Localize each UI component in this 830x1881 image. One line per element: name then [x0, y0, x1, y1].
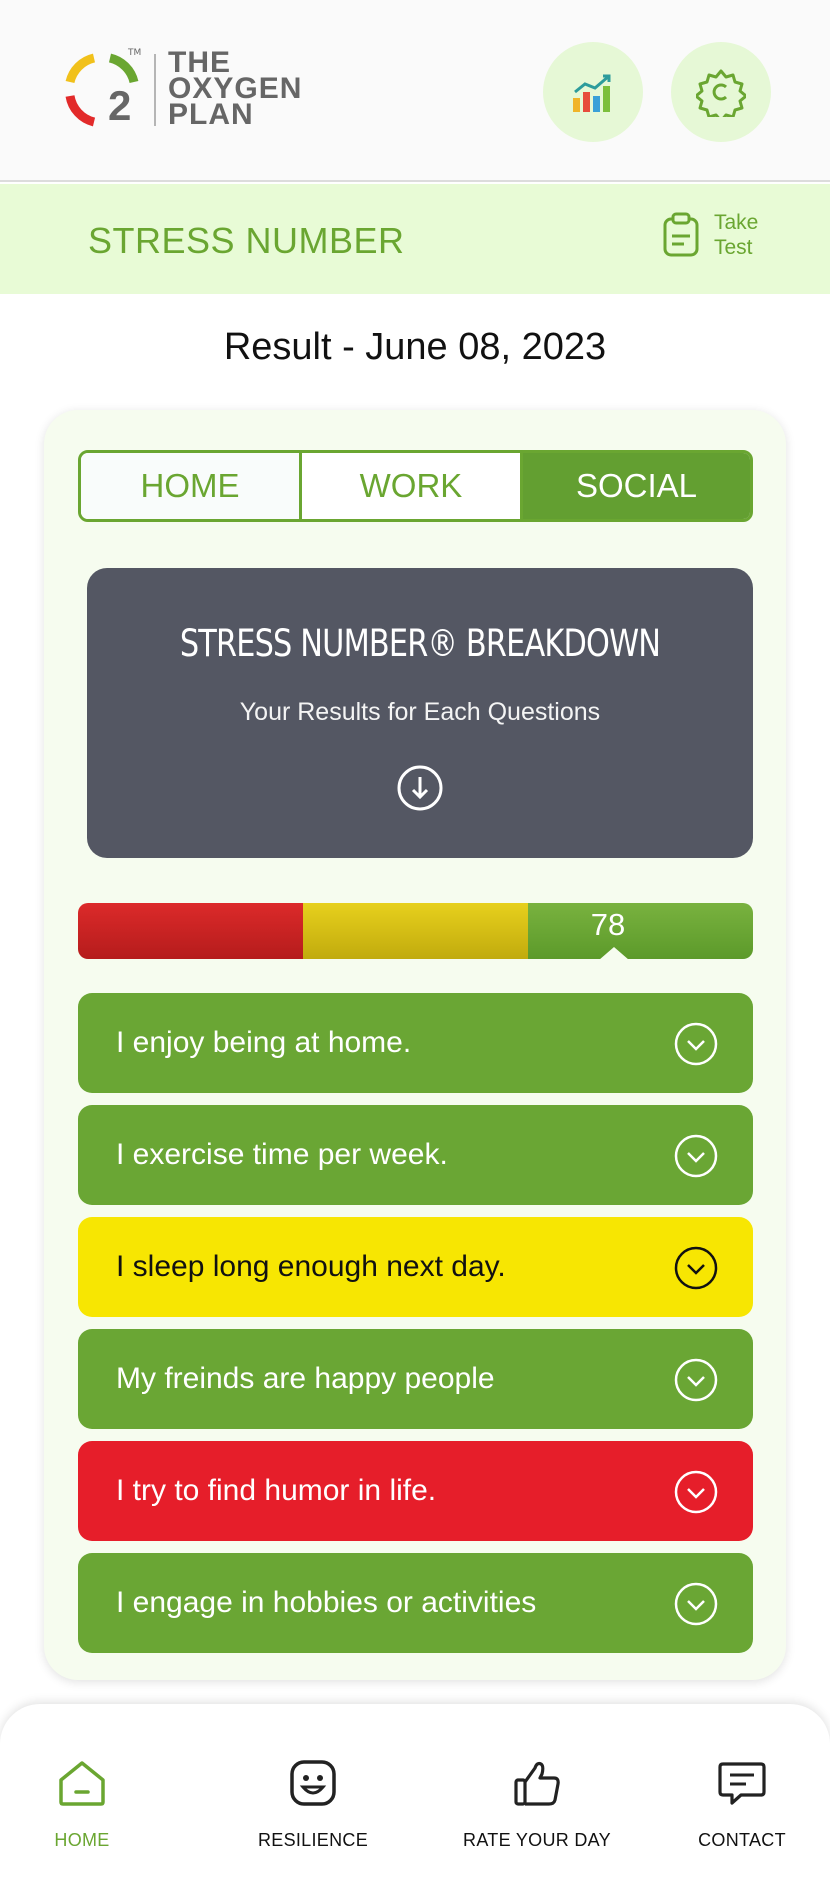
arrow-down-circle-icon[interactable]: [396, 764, 444, 812]
bar-chart-icon: [573, 74, 611, 112]
nav-label-home: HOME: [54, 1830, 110, 1850]
progress-chart-button[interactable]: [543, 42, 643, 142]
chat-icon: [718, 1762, 766, 1805]
thumbs-up-icon: [514, 1761, 560, 1806]
take-test-label: Take Test: [714, 211, 759, 259]
question-row[interactable]: I enjoy being at home.: [78, 993, 753, 1093]
nav-item-contact[interactable]: CONTACT: [657, 1756, 827, 1851]
logo-wordmark: THE OXYGEN PLAN: [168, 48, 302, 131]
question-row[interactable]: I try to find humor in life.: [78, 1441, 753, 1541]
chevron-down-icon[interactable]: [673, 1357, 719, 1403]
question-text: I enjoy being at home.: [116, 1026, 412, 1059]
question-text: I exercise time per week.: [116, 1138, 448, 1171]
logo-ring-icon: [65, 53, 139, 127]
tab-work[interactable]: WORK: [302, 453, 523, 519]
category-tabs: HOME WORK SOCIAL: [78, 450, 753, 522]
clipboard-icon: [663, 212, 699, 257]
score-segment-red: [78, 903, 303, 959]
chevron-down-icon[interactable]: [673, 1021, 719, 1067]
question-text: My freinds are happy people: [116, 1362, 495, 1395]
gear-icon: [696, 69, 746, 117]
chevron-down-icon[interactable]: [673, 1245, 719, 1291]
question-row[interactable]: I exercise time per week.: [78, 1105, 753, 1205]
breakdown-panel[interactable]: STRESS NUMBER® BREAKDOWN Your Results fo…: [87, 568, 753, 858]
question-row[interactable]: I engage in hobbies or activities: [78, 1553, 753, 1653]
smiley-icon: [290, 1760, 336, 1806]
nav-item-rate-your-day[interactable]: RATE YOUR DAY: [452, 1756, 622, 1851]
breakdown-title: STRESS NUMBER® BREAKDOWN: [179, 622, 661, 665]
bottom-navigation: HOME RESILIENCE RATE YOUR DAY CONTACT: [0, 1704, 830, 1881]
nav-item-resilience[interactable]: RESILIENCE: [228, 1756, 398, 1851]
score-segment-green: 78: [528, 903, 753, 960]
settings-button[interactable]: [671, 42, 771, 142]
results-card: HOME WORK SOCIAL STRESS NUMBER® BREAKDOW…: [44, 410, 786, 1680]
oxygen-plan-logo: TM 2 THE OXYGEN PLAN: [60, 48, 330, 132]
home-icon: [59, 1761, 105, 1806]
section-title: STRESS NUMBER: [88, 220, 405, 261]
chevron-down-icon[interactable]: [673, 1469, 719, 1515]
logo-line-3: PLAN: [168, 98, 254, 131]
logo-divider: [154, 54, 156, 126]
stress-score-bar: 78: [78, 903, 753, 960]
app-header: TM 2 THE OXYGEN PLAN: [0, 0, 830, 182]
nav-label-rate-your-day: RATE YOUR DAY: [463, 1830, 611, 1850]
chevron-down-icon[interactable]: [673, 1133, 719, 1179]
score-segment-yellow: [303, 903, 528, 959]
result-title: Result - June 08, 2023: [223, 326, 607, 368]
question-row[interactable]: I sleep long enough next day.: [78, 1217, 753, 1317]
score-value: 78: [590, 907, 626, 942]
logo-numeral: 2: [108, 82, 132, 129]
question-row[interactable]: My freinds are happy people: [78, 1329, 753, 1429]
take-test-button[interactable]: Take Test: [662, 210, 784, 260]
score-pointer: [599, 947, 629, 960]
question-list: I enjoy being at home. I exercise time p…: [78, 993, 753, 1665]
section-band: STRESS NUMBER Take Test: [0, 184, 830, 294]
nav-label-contact: CONTACT: [698, 1830, 786, 1850]
breakdown-subtitle: Your Results for Each Questions: [239, 698, 601, 726]
tab-home[interactable]: HOME: [81, 453, 302, 519]
question-text: I sleep long enough next day.: [116, 1250, 506, 1283]
chevron-down-icon[interactable]: [673, 1581, 719, 1627]
question-text: I try to find humor in life.: [116, 1474, 437, 1507]
tab-social[interactable]: SOCIAL: [523, 453, 750, 519]
nav-item-home[interactable]: HOME: [0, 1756, 167, 1851]
logo-trademark: TM: [128, 48, 142, 58]
nav-label-resilience: RESILIENCE: [257, 1830, 369, 1850]
question-text: I engage in hobbies or activities: [116, 1586, 537, 1619]
